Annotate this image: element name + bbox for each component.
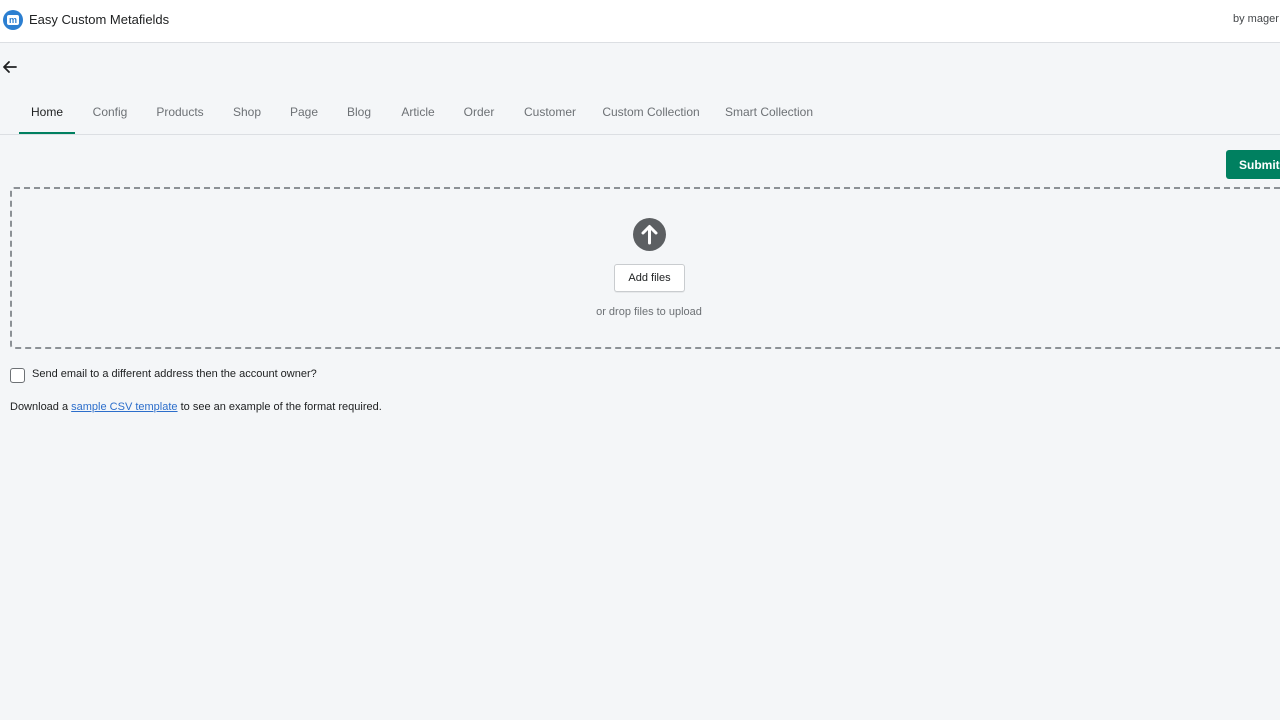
- app-logo-letter: m: [7, 15, 19, 25]
- send-email-checkbox[interactable]: [10, 368, 25, 383]
- tab-blog[interactable]: Blog: [339, 98, 379, 132]
- app-page: m Easy Custom Metafields by mager Home C…: [0, 0, 1280, 720]
- download-suffix: to see an example of the format required…: [177, 401, 382, 413]
- back-button[interactable]: [1, 58, 19, 76]
- submit-button[interactable]: Submit: [1226, 150, 1280, 179]
- arrow-left-icon: [3, 61, 17, 73]
- tab-article[interactable]: Article: [394, 98, 442, 132]
- add-files-button[interactable]: Add files: [614, 264, 685, 292]
- app-title: Easy Custom Metafields: [29, 12, 170, 27]
- tab-config[interactable]: Config: [86, 98, 134, 132]
- drop-files-hint: or drop files to upload: [596, 306, 702, 318]
- tab-customer[interactable]: Customer: [517, 98, 583, 132]
- tab-page[interactable]: Page: [283, 98, 325, 132]
- sample-csv-template-link[interactable]: sample CSV template: [71, 401, 177, 413]
- upload-arrow-icon: [633, 218, 666, 251]
- app-logo-icon: m: [3, 10, 23, 30]
- download-prefix: Download a: [10, 401, 72, 413]
- app-header: m Easy Custom Metafields by mager: [0, 0, 1280, 43]
- tab-products[interactable]: Products: [150, 98, 210, 132]
- app-developer-credit: by mager: [1233, 13, 1279, 25]
- send-email-checkbox-label[interactable]: Send email to a different address then t…: [32, 368, 317, 380]
- tab-home[interactable]: Home: [19, 98, 75, 134]
- tab-custom-collection[interactable]: Custom Collection: [598, 98, 704, 132]
- download-template-text: Download a sample CSV template to see an…: [10, 401, 382, 413]
- tab-order[interactable]: Order: [457, 98, 501, 132]
- tab-smart-collection[interactable]: Smart Collection: [719, 98, 819, 132]
- tab-bar: Home Config Products Shop Page Blog Arti…: [0, 98, 1280, 135]
- tab-shop[interactable]: Shop: [226, 98, 268, 132]
